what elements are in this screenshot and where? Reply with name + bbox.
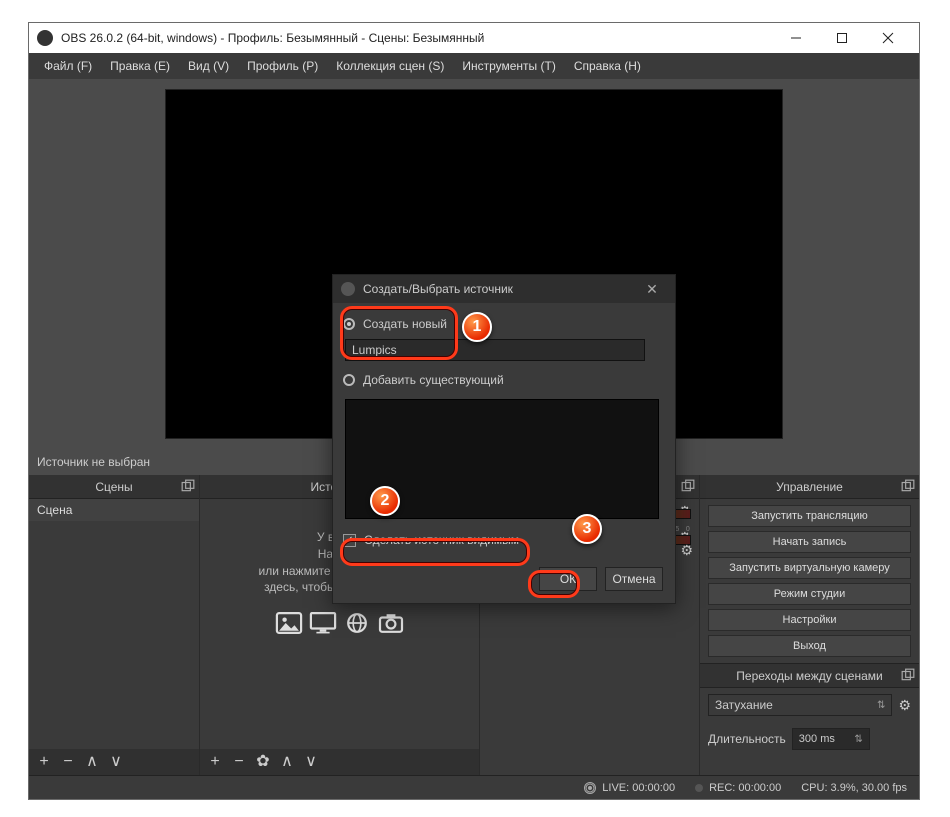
window-title: OBS 26.0.2 (64-bit, windows) - Профиль: … [61, 31, 773, 45]
globe-icon [343, 612, 371, 634]
sources-toolbar: + − ✿ ∧ ∨ [200, 749, 479, 775]
duration-label: Длительность [708, 732, 786, 746]
menubar: Файл (F) Правка (E) Вид (V) Профиль (P) … [29, 53, 919, 79]
status-cpu: CPU: 3.9%, 30.00 fps [801, 782, 907, 794]
menu-help[interactable]: Справка (H) [565, 53, 650, 79]
controls-dock: Управление Запустить трансляцию Начать з… [699, 475, 919, 775]
add-source-button[interactable]: + [206, 754, 224, 770]
camera-icon [377, 612, 405, 634]
source-name-input[interactable]: Lumpics [345, 339, 645, 361]
popout-icon[interactable] [901, 668, 915, 682]
statusbar: LIVE: 00:00:00 REC: 00:00:00 CPU: 3.9%, … [29, 775, 919, 799]
menu-profile[interactable]: Профиль (P) [238, 53, 327, 79]
titlebar: OBS 26.0.2 (64-bit, windows) - Профиль: … [29, 23, 919, 53]
checkbox-checked-icon: ✓ [343, 534, 356, 547]
make-visible-checkbox[interactable]: ✓ Сделать источник видимым [343, 533, 665, 547]
add-existing-radio[interactable]: Добавить существующий [343, 369, 665, 391]
source-down-button[interactable]: ∨ [302, 754, 320, 770]
remove-source-button[interactable]: − [230, 754, 248, 770]
create-source-dialog: Создать/Выбрать источник ✕ Создать новый… [332, 274, 676, 604]
start-vcam-button[interactable]: Запустить виртуальную камеру [708, 557, 911, 579]
rec-dot-icon [695, 784, 703, 792]
ch2-settings-icon[interactable]: ⚙ [680, 542, 693, 559]
start-record-button[interactable]: Начать запись [708, 531, 911, 553]
broadcast-icon [584, 782, 596, 794]
popout-icon[interactable] [181, 479, 195, 493]
add-scene-button[interactable]: + [35, 754, 53, 770]
dialog-title: Создать/Выбрать источник [363, 282, 637, 296]
menu-file[interactable]: Файл (F) [35, 53, 101, 79]
obs-logo-icon [37, 30, 53, 46]
scene-item[interactable]: Сцена [29, 499, 199, 521]
source-up-button[interactable]: ∧ [278, 754, 296, 770]
image-icon [275, 612, 303, 634]
scenes-dock: Сцены Сцена + − ∧ ∨ [29, 475, 199, 775]
create-new-radio[interactable]: Создать новый [343, 313, 665, 335]
transitions-title: Переходы между сценами [736, 669, 882, 683]
status-live: LIVE: 00:00:00 [584, 782, 675, 794]
menu-scene-collection[interactable]: Коллекция сцен (S) [327, 53, 453, 79]
minimize-button[interactable] [773, 23, 819, 53]
radio-unselected-icon [343, 374, 355, 386]
maximize-button[interactable] [819, 23, 865, 53]
obs-logo-icon [341, 282, 355, 296]
dialog-buttons: ОК Отмена [333, 557, 675, 603]
scenes-list[interactable]: Сцена [29, 499, 199, 749]
remove-scene-button[interactable]: − [59, 754, 77, 770]
studio-mode-button[interactable]: Режим студии [708, 583, 911, 605]
close-button[interactable] [865, 23, 911, 53]
settings-button[interactable]: Настройки [708, 609, 911, 631]
transitions-panel: Переходы между сценами Затухание ⇅ ⚙ Дли… [700, 663, 919, 756]
display-icon [309, 612, 337, 634]
dialog-titlebar: Создать/Выбрать источник ✕ [333, 275, 675, 303]
cancel-button[interactable]: Отмена [605, 567, 663, 591]
ok-button[interactable]: ОК [539, 567, 597, 591]
menu-view[interactable]: Вид (V) [179, 53, 238, 79]
scenes-title: Сцены [95, 480, 132, 494]
controls-body: Запустить трансляцию Начать запись Запус… [700, 499, 919, 775]
scene-up-button[interactable]: ∧ [83, 754, 101, 770]
scene-down-button[interactable]: ∨ [107, 754, 125, 770]
menu-edit[interactable]: Правка (E) [101, 53, 179, 79]
exit-button[interactable]: Выход [708, 635, 911, 657]
transition-select[interactable]: Затухание ⇅ [708, 694, 892, 716]
popout-icon[interactable] [901, 479, 915, 493]
status-rec: REC: 00:00:00 [695, 782, 781, 794]
dialog-close-button[interactable]: ✕ [637, 275, 667, 303]
scenes-header: Сцены [29, 475, 199, 499]
menu-tools[interactable]: Инструменты (T) [453, 53, 564, 79]
controls-header: Управление [700, 475, 919, 499]
start-stream-button[interactable]: Запустить трансляцию [708, 505, 911, 527]
window-buttons [773, 23, 911, 53]
popout-icon[interactable] [681, 479, 695, 493]
scenes-toolbar: + − ∧ ∨ [29, 749, 199, 775]
duration-input[interactable]: 300 ms ⇅ [792, 728, 870, 750]
chevron-updown-icon: ⇅ [854, 734, 862, 745]
source-type-icons [200, 612, 479, 634]
dialog-body: Создать новый Lumpics Добавить существую… [333, 303, 675, 557]
radio-selected-icon [343, 318, 355, 330]
chevron-updown-icon: ⇅ [877, 700, 885, 711]
existing-sources-list[interactable] [345, 399, 659, 519]
controls-title: Управление [776, 480, 843, 494]
source-props-button[interactable]: ✿ [254, 754, 272, 770]
transition-gear-icon[interactable]: ⚙ [898, 697, 911, 714]
